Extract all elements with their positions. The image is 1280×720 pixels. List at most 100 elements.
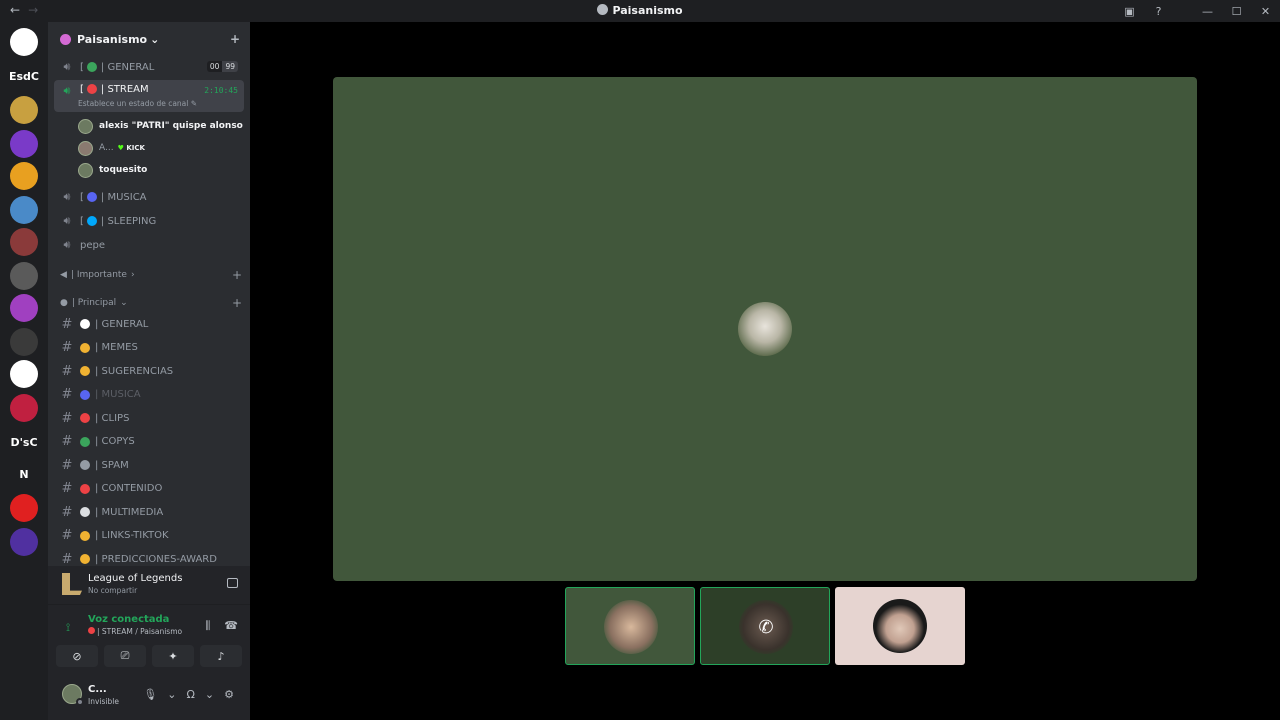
server-icon[interactable]: EsdC [9,62,39,90]
server-icon [597,4,609,15]
gear-icon[interactable]: ⚙ [224,688,234,701]
category-principal[interactable]: ● | Principal ⌄ + [60,296,242,310]
microphone-icon[interactable]: 🎙︎ [143,688,157,701]
voice-user[interactable]: toquesito [78,160,147,180]
server-icon[interactable] [10,528,38,556]
voice-user[interactable]: A... ♥ KICK [78,138,145,158]
voice-status[interactable]: Voz conectada [88,614,169,625]
maximize-button[interactable]: ☐ [1222,5,1251,18]
globe-icon [86,62,97,72]
soundboard-button[interactable]: ♪ [200,645,242,667]
server-icon[interactable] [10,294,38,322]
screen-share-icon: ⎚ [120,649,130,662]
text-channel[interactable]: # | LINKS-TIKTOK [54,525,244,547]
server-icon[interactable] [10,28,38,56]
headphones-icon[interactable]: Ω [187,688,195,701]
participant-tile[interactable] [565,587,695,665]
hashtag-icon: # [61,340,73,355]
text-channel[interactable]: # | SPAM [54,454,244,476]
noise-suppression-icon[interactable]: ⫼ [205,619,210,633]
server-icon[interactable]: N [10,460,38,488]
text-channel[interactable]: # | SUGERENCIAS [54,360,244,382]
voice-channel-stream[interactable]: 🔊︎ [ | STREAM Establece un estado de can… [54,80,244,112]
text-channel[interactable]: # | CONTENIDO [54,478,244,500]
camera-off-icon: ⊘ [72,649,82,663]
server-icon[interactable]: D'sC [10,428,38,456]
channel-emoji-icon [80,413,90,423]
channel-name: | MULTIMEDIA [95,506,164,518]
voice-channel-link[interactable]: | STREAM / Paisanismo [88,627,182,636]
participant-tile[interactable]: ✆ [700,587,830,665]
username[interactable]: C... [88,684,107,695]
activity-status: No compartir [88,586,138,595]
server-list: EsdC D'sC N [0,22,48,720]
kick-badge: ♥ KICK [118,144,145,152]
voice-user[interactable]: alexis "PATRI" quispe alonso [78,116,243,136]
zzz-icon [86,216,97,226]
league-of-legends-icon [62,573,82,595]
server-icon[interactable] [10,394,38,422]
server-icon[interactable] [10,494,38,522]
channel-emoji-icon [80,389,90,400]
channel-name: | GENERAL [100,61,155,73]
add-channel-icon[interactable]: + [232,268,242,282]
channel-emoji-icon [80,319,90,329]
avatar [873,599,927,653]
hashtag-icon: # [61,481,73,496]
help-icon[interactable]: ? [1144,5,1173,18]
text-channel[interactable]: # | COPYS [54,431,244,453]
close-button[interactable]: ✕ [1251,5,1280,18]
invisible-status-icon [76,698,84,706]
invite-icon[interactable]: + [230,32,240,46]
activity-game: League of Legends [88,573,183,584]
signal-icon[interactable]: ⟟ [66,621,70,635]
chevron-right-icon: › [130,270,135,280]
screen-share-button[interactable]: ⎚ [104,645,146,667]
server-icon[interactable] [10,228,38,256]
voice-channel-general[interactable]: 🔊︎ [ | GENERAL 00 99 [54,56,244,78]
voice-channel-pepe[interactable]: 🔊︎ pepe [54,234,244,256]
text-channel[interactable]: # | GENERAL [54,313,244,335]
channel-status-prompt[interactable]: Establece un estado de canal ✎ [78,99,197,108]
category-label: | Importante [70,270,127,280]
text-channel[interactable]: # | MUSICA [54,384,244,406]
text-channel[interactable]: # | MULTIMEDIA [54,501,244,523]
server-icon[interactable] [10,96,38,124]
share-screen-icon[interactable] [227,578,238,588]
server-icon[interactable] [10,162,38,190]
chevron-down-icon[interactable]: ⌄ [167,688,176,701]
channel-name: | PREDICCIONES-AWARD [95,553,217,565]
camera-button[interactable]: ⊘ [56,645,98,667]
main-video-tile[interactable] [333,77,1197,581]
speaker-active-icon: 🔊︎ [63,84,71,97]
activities-button[interactable]: ✦ [152,645,194,667]
server-icon[interactable] [10,130,38,158]
server-icon[interactable] [10,262,38,290]
disconnect-icon[interactable]: ☎ [224,619,238,633]
channel-name: | STREAM [100,84,149,95]
chevron-down-icon[interactable]: ⌄ [205,688,214,701]
voice-channel-musica[interactable]: 🔊︎ [ | MUSICA [54,186,244,208]
hashtag-icon: # [61,434,73,449]
server-icon[interactable] [10,196,38,224]
text-channel[interactable]: # | CLIPS [54,407,244,429]
server-icon[interactable] [10,360,38,388]
voice-stage: ✆ [250,22,1280,720]
music-note-icon [86,192,97,202]
participant-tile[interactable] [835,587,965,665]
title-bar: ← → Paisanismo ▣ ? — ☐ ✕ [0,0,1280,22]
channel-emoji-icon [80,342,90,353]
add-channel-icon[interactable]: + [232,296,242,310]
window-title-text: Paisanismo [612,4,683,17]
avatar [604,600,658,654]
server-icon [60,33,71,45]
minimize-button[interactable]: — [1193,5,1222,18]
inbox-icon[interactable]: ▣ [1115,5,1144,18]
server-header[interactable]: Paisanismo ⌄ + [48,22,250,56]
text-channel[interactable]: # | MEMES [54,337,244,359]
voice-channel-sleeping[interactable]: 🔊︎ [ | SLEEPING [54,210,244,232]
category-importante[interactable]: ◀ | Importante › + [60,268,242,282]
chevron-down-icon: ⌄ [120,298,128,308]
server-icon[interactable] [10,328,38,356]
channel-emoji-icon [80,366,90,376]
